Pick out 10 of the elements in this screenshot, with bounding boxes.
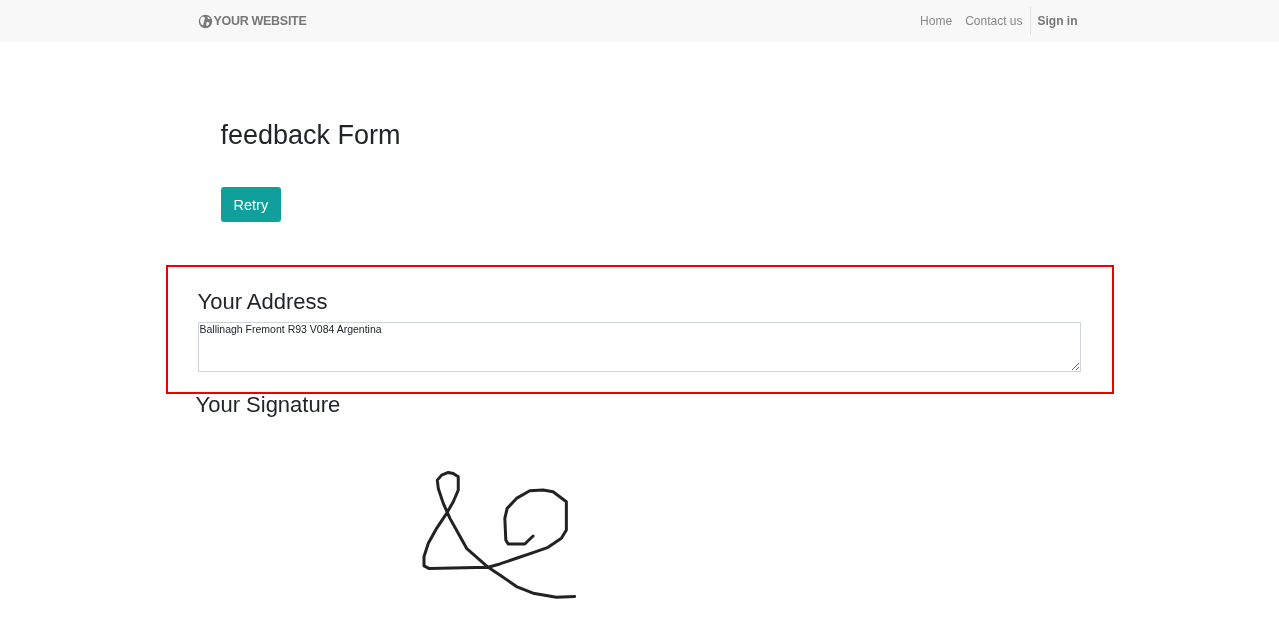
sign-in-link[interactable]: Sign in xyxy=(1037,14,1078,28)
globe-icon xyxy=(197,13,213,29)
nav-link[interactable]: Home xyxy=(920,14,953,28)
address-field[interactable]: Ballinagh Fremont R93 V084 Argentina xyxy=(197,322,1081,372)
section-heading: Your Address xyxy=(197,289,329,315)
logo-link[interactable]: YOUR WEBSITE xyxy=(197,13,307,29)
section-heading: Your Signature xyxy=(195,392,341,418)
retry-button[interactable]: Retry xyxy=(220,187,282,222)
page-title: feedback Form xyxy=(220,119,401,152)
nav-link[interactable]: Contact us xyxy=(965,14,1023,28)
